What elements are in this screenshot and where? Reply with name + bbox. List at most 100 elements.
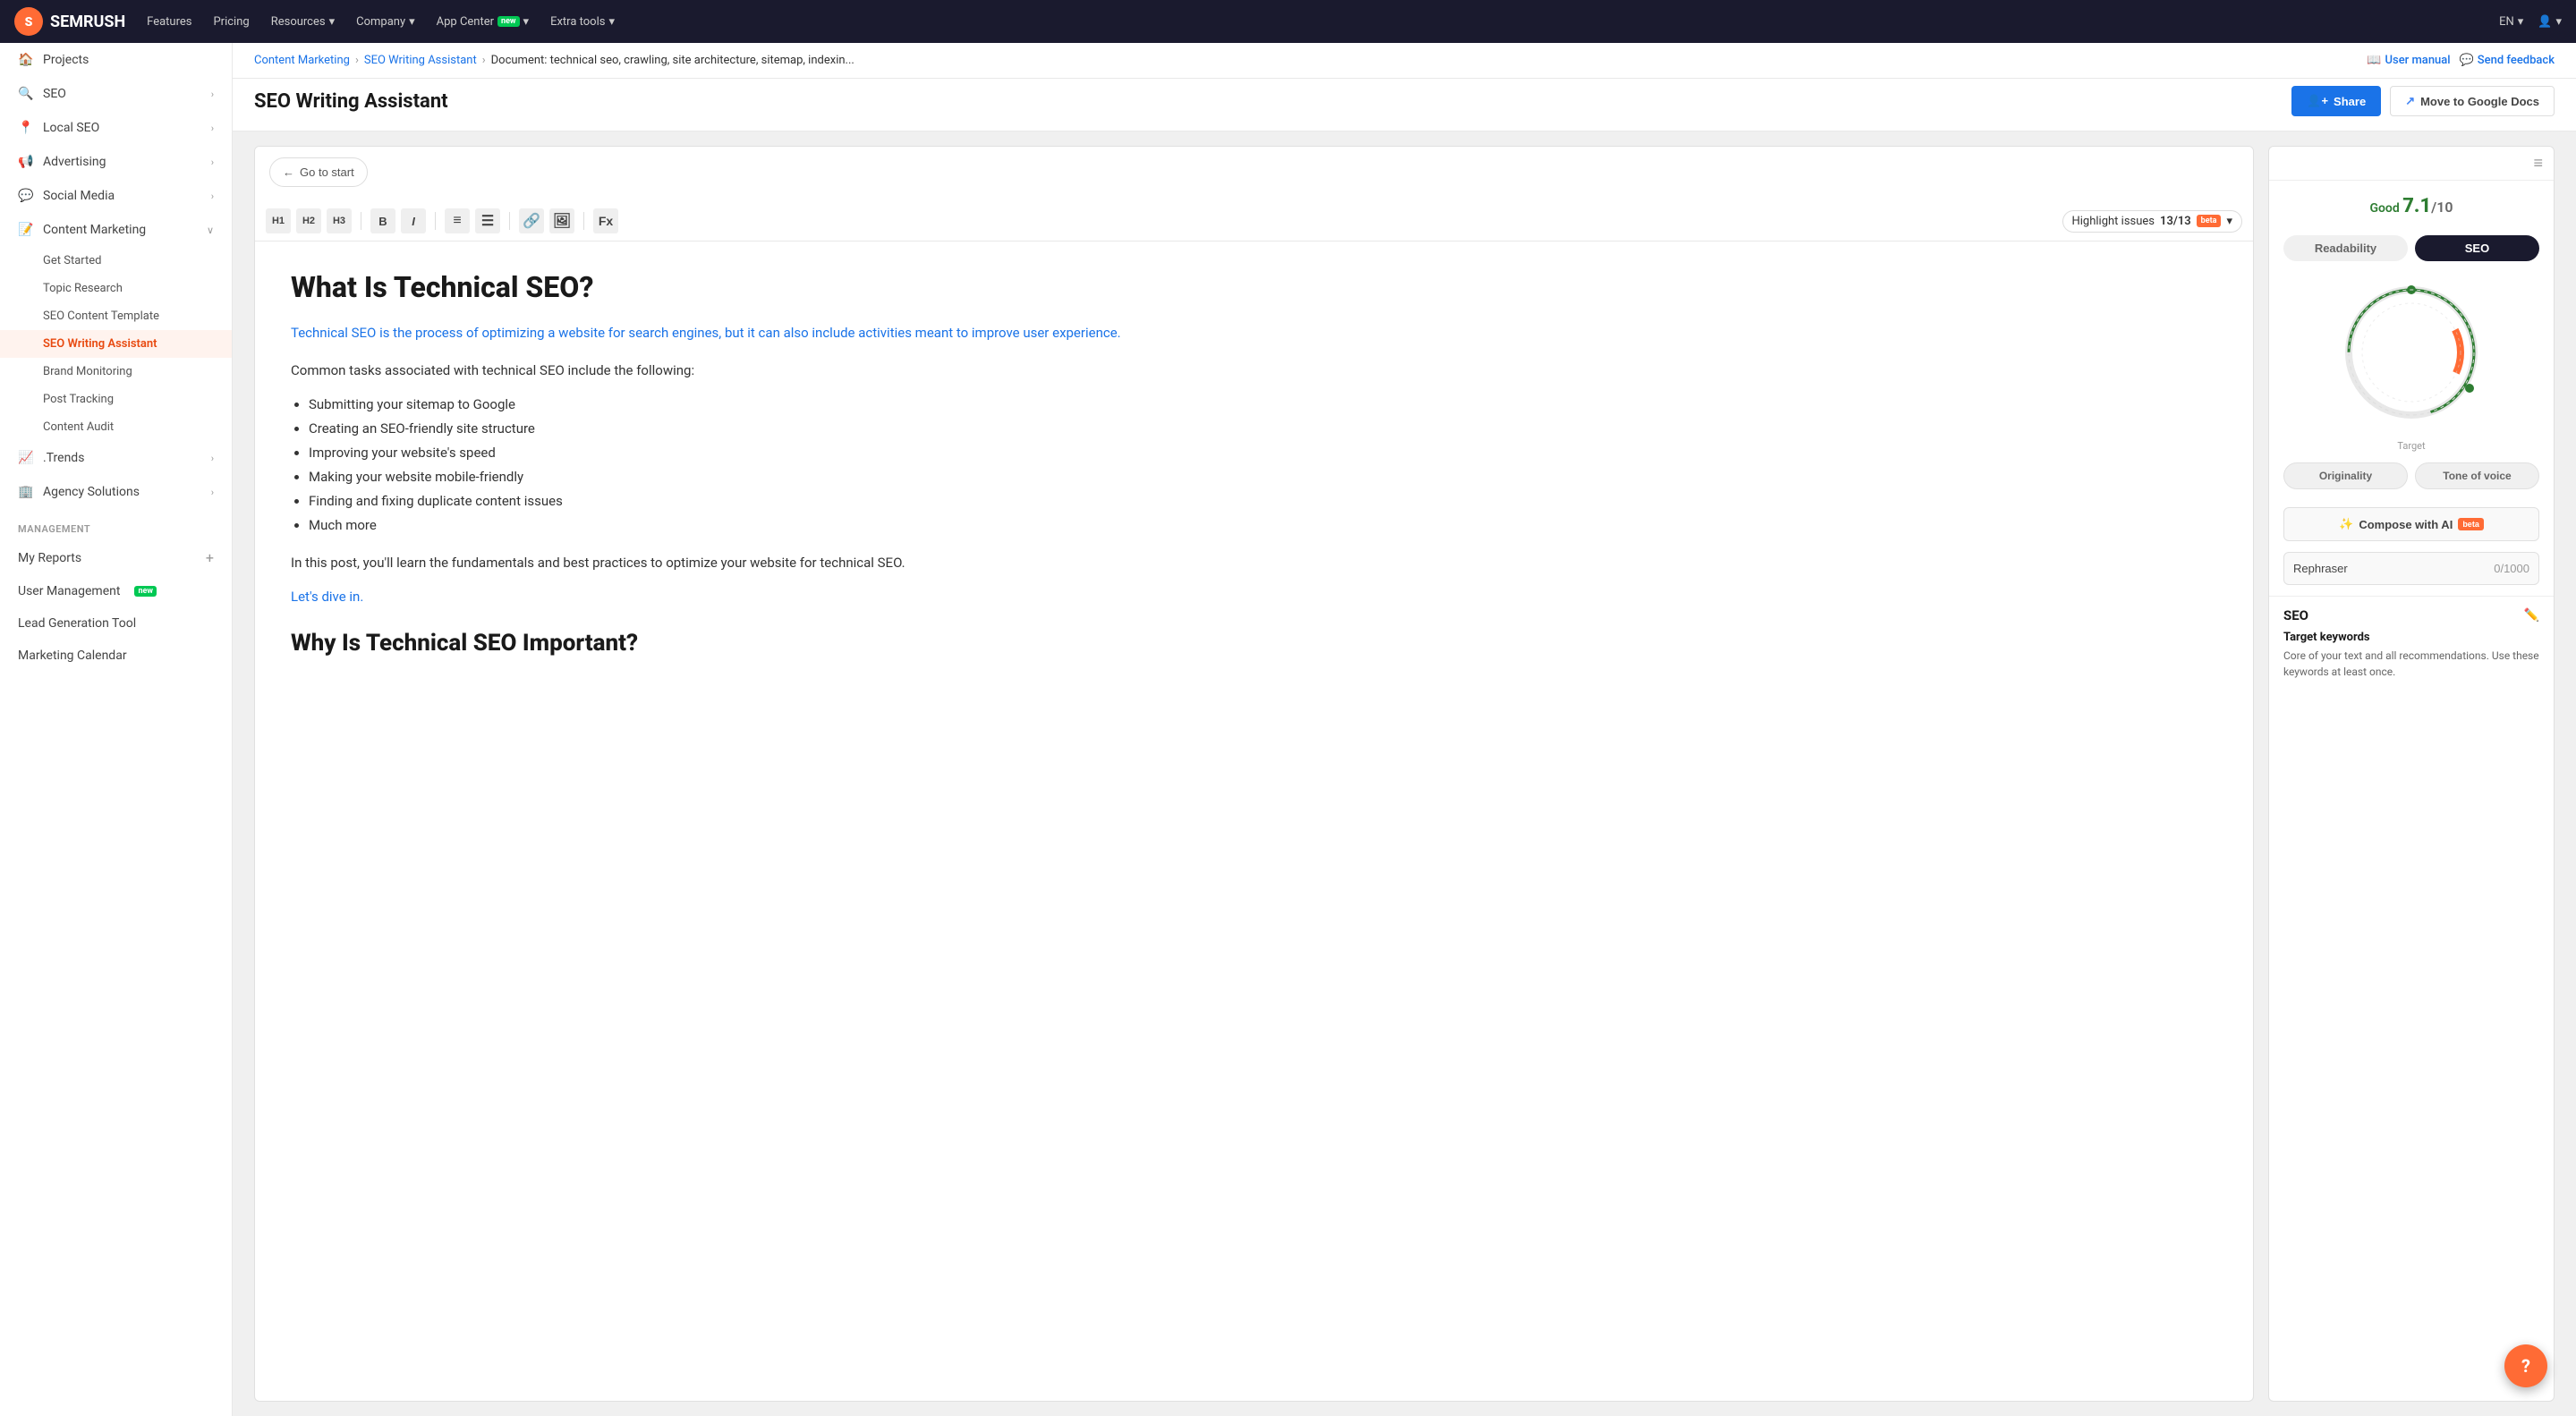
user-menu[interactable]: 👤 ▾ bbox=[2538, 15, 2562, 29]
nav-extra-tools[interactable]: Extra tools ▾ bbox=[550, 15, 615, 29]
target-keywords-description: Core of your text and all recommendation… bbox=[2283, 648, 2539, 680]
h3-button[interactable]: H3 bbox=[327, 208, 352, 233]
highlight-label: Highlight issues bbox=[2072, 215, 2155, 228]
h2-button[interactable]: H2 bbox=[296, 208, 321, 233]
help-icon: ? bbox=[2521, 1355, 2530, 1377]
sidebar-item-content-marketing[interactable]: 📝 Content Marketing ∨ bbox=[0, 213, 232, 247]
compose-with-ai-button[interactable]: ✨ Compose with AI beta bbox=[2283, 507, 2539, 541]
breadcrumb-content-marketing[interactable]: Content Marketing bbox=[254, 54, 350, 67]
user-manual-link[interactable]: 📖 User manual bbox=[2367, 54, 2450, 67]
sidebar-sub-get-started[interactable]: Get Started bbox=[0, 247, 232, 275]
sidebar-sub-topic-research[interactable]: Topic Research bbox=[0, 275, 232, 302]
ai-compose-icon: ✨ bbox=[2339, 517, 2353, 531]
google-docs-icon: ↗ bbox=[2405, 94, 2415, 108]
sidebar-item-social-media[interactable]: 💬 Social Media › bbox=[0, 179, 232, 213]
link-button[interactable]: 🔗 bbox=[519, 208, 544, 233]
chevron-down-icon: ▾ bbox=[2226, 215, 2232, 228]
seo-section: SEO ✏️ Target keywords Core of your text… bbox=[2269, 596, 2554, 691]
gauge-svg bbox=[2331, 272, 2492, 433]
language-selector[interactable]: EN ▾ bbox=[2499, 15, 2523, 29]
score-section: Good 7.1/10 bbox=[2269, 181, 2554, 235]
editor-bullet-list: Submitting your sitemap to Google Creati… bbox=[309, 393, 2217, 538]
move-to-google-docs-button[interactable]: ↗ Move to Google Docs bbox=[2390, 86, 2555, 116]
ordered-list-button[interactable]: ≡ bbox=[445, 208, 470, 233]
top-navigation: S SEMRUSH Features Pricing Resources ▾ C… bbox=[0, 0, 2576, 43]
sidebar-item-trends[interactable]: 📈 .Trends › bbox=[0, 441, 232, 475]
toolbar-separator bbox=[583, 212, 584, 230]
share-button[interactable]: 👤+ Share bbox=[2291, 86, 2381, 116]
add-report-icon[interactable]: + bbox=[206, 549, 214, 566]
chevron-right-icon: › bbox=[211, 157, 214, 168]
sidebar-item-seo[interactable]: 🔍 SEO › bbox=[0, 77, 232, 111]
local-seo-icon: 📍 bbox=[18, 120, 34, 136]
tab-seo[interactable]: SEO bbox=[2415, 235, 2539, 261]
clear-format-button[interactable]: Fx bbox=[593, 208, 618, 233]
nav-company[interactable]: Company ▾ bbox=[356, 15, 415, 29]
italic-button[interactable]: I bbox=[401, 208, 426, 233]
semrush-logo-icon: S bbox=[14, 7, 43, 36]
seo-section-header: SEO ✏️ bbox=[2283, 607, 2539, 623]
editor-panel: ← Go to start H1 H2 H3 B I ≡ ☰ 🔗 bbox=[254, 146, 2254, 1402]
highlight-count: 13/13 bbox=[2160, 215, 2191, 228]
sidebar-sub-brand-monitoring[interactable]: Brand Monitoring bbox=[0, 358, 232, 386]
sidebar-item-projects[interactable]: 🏠 Projects bbox=[0, 43, 232, 77]
breadcrumb-bar: Content Marketing › SEO Writing Assistan… bbox=[233, 43, 2576, 79]
bold-button[interactable]: B bbox=[370, 208, 395, 233]
nav-resources[interactable]: Resources ▾ bbox=[271, 15, 335, 29]
editor-link: Let's dive in. bbox=[291, 586, 2217, 609]
send-feedback-link[interactable]: 💬 Send feedback bbox=[2460, 54, 2555, 67]
unordered-list-button[interactable]: ☰ bbox=[475, 208, 500, 233]
sidebar-sub-post-tracking[interactable]: Post Tracking bbox=[0, 386, 232, 413]
editor-content[interactable]: What Is Technical SEO? Technical SEO is … bbox=[255, 242, 2253, 1401]
breadcrumb-seo-writing-assistant[interactable]: SEO Writing Assistant bbox=[364, 54, 477, 67]
toolbar-separator bbox=[509, 212, 510, 230]
tab-tone-of-voice[interactable]: Tone of voice bbox=[2415, 462, 2539, 489]
list-item: Improving your website's speed bbox=[309, 441, 2217, 465]
editor-toolbar: H1 H2 H3 B I ≡ ☰ 🔗 🖼 Fx Hi bbox=[255, 201, 2253, 242]
go-to-start-button[interactable]: ← Go to start bbox=[269, 157, 368, 187]
sidebar-item-marketing-calendar[interactable]: Marketing Calendar bbox=[0, 640, 232, 672]
social-media-icon: 💬 bbox=[18, 188, 34, 204]
nav-features[interactable]: Features bbox=[147, 15, 191, 29]
sidebar-item-my-reports[interactable]: My Reports + bbox=[0, 540, 232, 575]
sidebar-item-agency-solutions[interactable]: 🏢 Agency Solutions › bbox=[0, 475, 232, 509]
tab-readability[interactable]: Readability bbox=[2283, 235, 2408, 261]
nav-app-center[interactable]: App Center new ▾ bbox=[437, 15, 529, 29]
sidebar-item-user-management[interactable]: User Management new bbox=[0, 575, 232, 607]
gauge-target-label: Target bbox=[2269, 440, 2554, 452]
logo[interactable]: S SEMRUSH bbox=[14, 7, 125, 36]
list-item: Creating an SEO-friendly site structure bbox=[309, 417, 2217, 441]
share-icon: 👤+ bbox=[2307, 94, 2328, 108]
rephraser-label: Rephraser bbox=[2293, 562, 2348, 575]
page-header: SEO Writing Assistant 👤+ Share ↗ Move to… bbox=[233, 79, 2576, 131]
logo-text: SEMRUSH bbox=[50, 13, 125, 31]
sidebar-item-lead-generation[interactable]: Lead Generation Tool bbox=[0, 607, 232, 640]
image-button[interactable]: 🖼 bbox=[549, 208, 574, 233]
toolbar-right: Highlight issues 13/13 beta ▾ bbox=[2062, 210, 2243, 233]
editor-p2: In this post, you'll learn the fundament… bbox=[291, 552, 2217, 575]
seo-section-title: SEO bbox=[2283, 607, 2308, 623]
help-fab[interactable]: ? bbox=[2504, 1344, 2547, 1387]
page-title: SEO Writing Assistant bbox=[254, 90, 448, 113]
sidebar-sub-seo-content-template[interactable]: SEO Content Template bbox=[0, 302, 232, 330]
user-icon: 👤 bbox=[2538, 15, 2552, 29]
tab-originality[interactable]: Originality bbox=[2283, 462, 2408, 489]
highlight-issues-toggle[interactable]: Highlight issues 13/13 beta ▾ bbox=[2062, 210, 2243, 233]
right-panel-header: ≡ bbox=[2269, 147, 2554, 181]
h1-button[interactable]: H1 bbox=[266, 208, 291, 233]
page-header-actions: 👤+ Share ↗ Move to Google Docs bbox=[2291, 86, 2555, 116]
panel-menu-icon[interactable]: ≡ bbox=[2533, 154, 2543, 173]
edit-icon[interactable]: ✏️ bbox=[2524, 608, 2539, 623]
app-layout: 🏠 Projects 🔍 SEO › 📍 Local SEO › 📢 Adver… bbox=[0, 43, 2576, 1416]
editor-h1: What Is Technical SEO? bbox=[291, 270, 2217, 304]
sidebar-item-local-seo[interactable]: 📍 Local SEO › bbox=[0, 111, 232, 145]
rephraser-button[interactable]: Rephraser 0/1000 bbox=[2283, 552, 2539, 585]
sidebar-item-advertising[interactable]: 📢 Advertising › bbox=[0, 145, 232, 179]
projects-icon: 🏠 bbox=[18, 52, 34, 68]
nav-pricing[interactable]: Pricing bbox=[213, 15, 249, 29]
sidebar-sub-content-audit[interactable]: Content Audit bbox=[0, 413, 232, 441]
sidebar-sub-seo-writing-assistant[interactable]: SEO Writing Assistant bbox=[0, 330, 232, 358]
chevron-right-icon: › bbox=[211, 89, 214, 100]
breadcrumb-document: Document: technical seo, crawling, site … bbox=[491, 54, 854, 67]
panel-tabs: Readability SEO bbox=[2269, 235, 2554, 261]
